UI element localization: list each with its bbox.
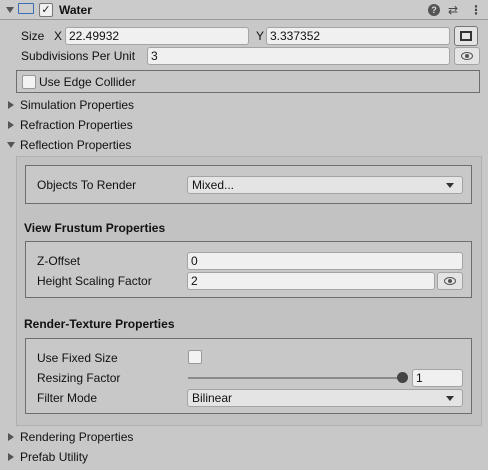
- prefab-foldout[interactable]: Prefab Utility: [20, 447, 88, 467]
- z-offset-label: Z-Offset: [37, 254, 81, 268]
- menu-icon[interactable]: ⋮: [470, 2, 482, 18]
- presets-icon[interactable]: ⇄: [448, 2, 458, 18]
- prefab-foldout-arrow-icon[interactable]: [8, 453, 14, 461]
- use-edge-collider-checkbox[interactable]: [22, 75, 36, 89]
- simulation-foldout-arrow-icon[interactable]: [8, 101, 14, 109]
- use-edge-collider-label: Use Edge Collider: [39, 75, 136, 89]
- rendering-foldout[interactable]: Rendering Properties: [20, 427, 133, 447]
- filter-mode-value: Bilinear: [192, 391, 233, 405]
- refraction-foldout[interactable]: Refraction Properties: [20, 115, 133, 135]
- height-scaling-field[interactable]: 2: [187, 272, 435, 290]
- chevron-down-icon: [446, 396, 454, 401]
- simulation-foldout[interactable]: Simulation Properties: [20, 95, 134, 115]
- help-icon[interactable]: ?: [428, 4, 440, 16]
- size-label: Size: [21, 29, 45, 43]
- subdivisions-field[interactable]: 3: [147, 47, 450, 65]
- size-x-label: X: [54, 29, 63, 43]
- objects-to-render-box: Objects To Render Mixed...: [25, 165, 472, 204]
- resizing-factor-field[interactable]: 1: [412, 369, 463, 387]
- height-scaling-visibility-button[interactable]: [437, 272, 463, 290]
- foldout-arrow-icon[interactable]: [6, 7, 14, 13]
- render-texture-box: Use Fixed Size Resizing Factor 1 Filter …: [25, 338, 472, 414]
- render-texture-heading: Render-Texture Properties: [24, 317, 175, 331]
- size-y-field[interactable]: 3.337352: [266, 27, 450, 45]
- component-header[interactable]: ✓ Water ? ⇄ ⋮: [0, 0, 488, 20]
- filter-mode-dropdown[interactable]: Bilinear: [187, 389, 463, 407]
- objects-to-render-value: Mixed...: [192, 178, 235, 192]
- height-scaling-label: Height Scaling Factor: [37, 274, 152, 288]
- use-fixed-size-label: Use Fixed Size: [37, 351, 118, 365]
- objects-to-render-label: Objects To Render: [37, 178, 137, 192]
- objects-to-render-dropdown[interactable]: Mixed...: [187, 176, 463, 194]
- refraction-foldout-arrow-icon[interactable]: [8, 121, 14, 129]
- component-enabled-checkbox[interactable]: ✓: [39, 3, 53, 17]
- resizing-factor-slider-track[interactable]: [188, 377, 403, 379]
- view-frustum-heading: View Frustum Properties: [24, 221, 166, 235]
- view-frustum-box: Z-Offset 0 Height Scaling Factor 2: [25, 241, 472, 298]
- subdivisions-visibility-button[interactable]: [454, 47, 480, 65]
- resizing-factor-slider-thumb[interactable]: [397, 372, 408, 383]
- edge-collider-box: Use Edge Collider: [16, 70, 480, 93]
- z-offset-field[interactable]: 0: [187, 252, 463, 270]
- component-title: Water: [59, 3, 92, 17]
- size-x-field[interactable]: 22.49932: [65, 27, 249, 45]
- reflection-foldout-arrow-icon[interactable]: [7, 142, 15, 148]
- size-y-label: Y: [256, 29, 265, 43]
- use-fixed-size-checkbox[interactable]: [188, 350, 202, 364]
- edit-size-button[interactable]: [454, 26, 478, 46]
- resizing-factor-label: Resizing Factor: [37, 371, 121, 385]
- component-icon: [18, 3, 34, 14]
- subdivisions-label: Subdivisions Per Unit: [21, 49, 136, 63]
- reflection-foldout[interactable]: Reflection Properties: [20, 135, 131, 155]
- rendering-foldout-arrow-icon[interactable]: [8, 433, 14, 441]
- filter-mode-label: Filter Mode: [37, 391, 98, 405]
- bounds-icon: [460, 31, 472, 41]
- chevron-down-icon: [446, 183, 454, 188]
